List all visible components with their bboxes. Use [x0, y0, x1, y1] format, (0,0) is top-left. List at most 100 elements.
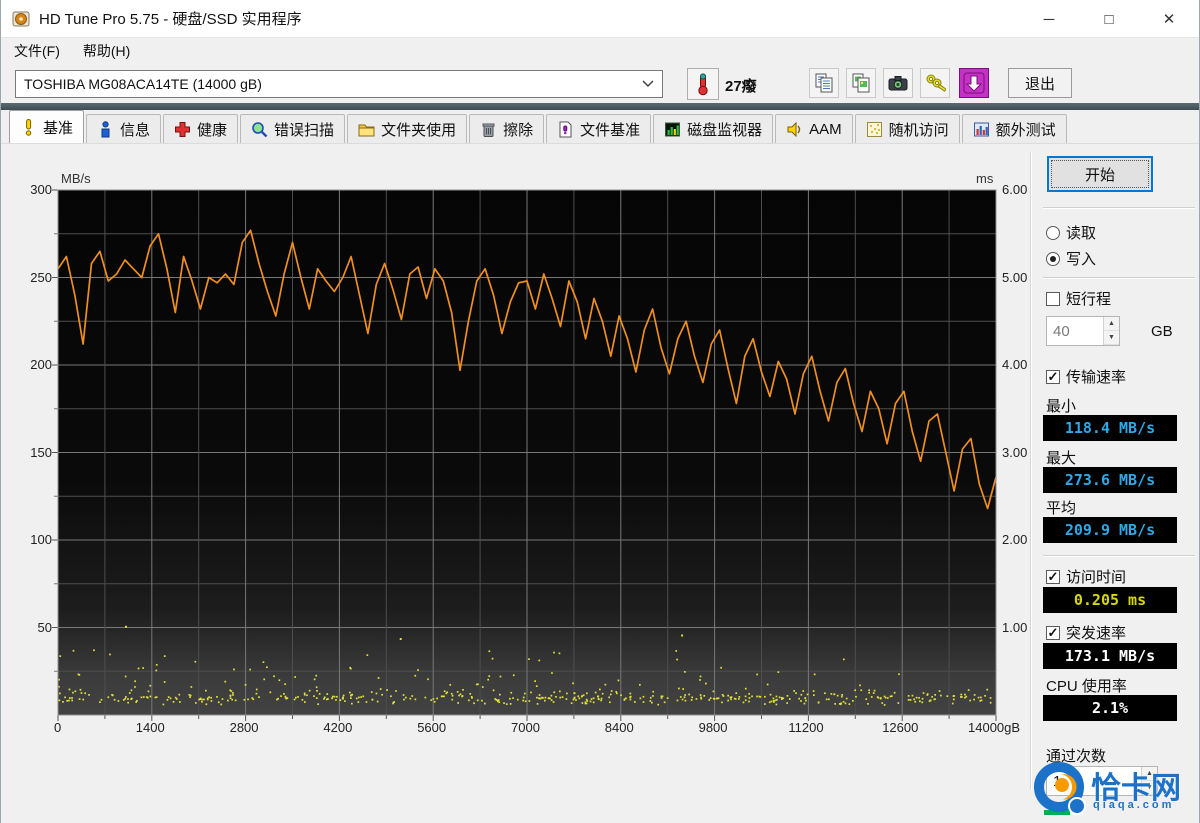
info-icon — [97, 120, 114, 138]
random-access-icon — [866, 121, 883, 138]
short-stroke-checkbox-box — [1046, 291, 1060, 306]
tab-folder-usage[interactable]: 文件夹使用 — [347, 114, 468, 143]
exit-button[interactable]: 退出 — [1008, 68, 1072, 98]
menu-help[interactable]: 帮助(H) — [73, 38, 140, 64]
tab-file-benchmark[interactable]: 文件基准 — [546, 114, 652, 143]
read-radio[interactable]: 读取 — [1046, 222, 1096, 243]
temperature-value: 27癈 — [725, 78, 757, 95]
tab-label: 随机访问 — [888, 121, 949, 139]
tab-label: AAM — [809, 120, 842, 138]
tab-health[interactable]: 健康 — [163, 114, 239, 143]
right-axis-tick: 2.00 — [1002, 532, 1028, 547]
copy-image-button[interactable] — [846, 68, 876, 98]
control-panel: 开始 读取 写入 短行程 40 ▲ ▼ GB ✓ 传输速率 最小 118.4 M… — [1041, 148, 1199, 823]
x-axis-tick: 8400 — [604, 720, 634, 735]
tab-random-access[interactable]: 随机访问 — [854, 114, 960, 143]
x-axis-tick: 12600 — [882, 720, 919, 735]
x-axis-tick: 11200 — [788, 720, 824, 735]
tab-label: 健康 — [197, 121, 228, 139]
size-unit-label: GB — [1151, 323, 1173, 340]
update-button[interactable] — [959, 68, 989, 98]
tab-label: 额外测试 — [995, 121, 1056, 139]
read-radio-circle — [1046, 225, 1060, 240]
left-axis-tick: 50 — [37, 619, 52, 635]
min-value: 118.4 MB/s — [1043, 415, 1177, 441]
x-axis-tick: 14000gB — [968, 720, 1021, 735]
short-stroke-checkbox[interactable]: 短行程 — [1046, 288, 1111, 309]
burst-rate-checkbox-box: ✓ — [1046, 624, 1060, 640]
tab-aam[interactable]: AAM — [775, 114, 853, 143]
spin-up-icon[interactable]: ▲ — [1104, 317, 1119, 331]
tab-erase[interactable]: 擦除 — [469, 114, 545, 143]
avg-value: 209.9 MB/s — [1043, 517, 1177, 543]
short-stroke-size-spinner[interactable]: 40 ▲ ▼ — [1046, 316, 1120, 346]
x-axis-tick: 9800 — [698, 720, 728, 735]
spin-down-icon[interactable]: ▼ — [1104, 331, 1119, 345]
tab-label: 文件夹使用 — [381, 121, 457, 139]
watermark-site-url: qiaqa.com — [1093, 799, 1175, 811]
tab-error-scan[interactable]: 错误扫描 — [240, 114, 346, 143]
drive-selector-value: TOSHIBA MG08ACA14TE (14000 gB) — [24, 76, 262, 92]
chevron-down-icon — [642, 80, 654, 88]
left-axis-tick: 250 — [30, 269, 52, 285]
tab-label: 错误扫描 — [274, 121, 335, 139]
screenshot-icon — [887, 72, 909, 94]
folder-usage-icon — [358, 121, 375, 138]
transfer-rate-checkbox[interactable]: ✓ 传输速率 — [1046, 366, 1126, 387]
drive-selector[interactable]: TOSHIBA MG08ACA14TE (14000 gB) — [15, 70, 663, 98]
tab-benchmark[interactable]: 基准 — [9, 110, 85, 143]
tab-info[interactable]: 信息 — [86, 114, 162, 143]
tab-strip: 基准 信息 健康 错误扫描 文件夹使用 擦除 文件基准 磁盘监视器 AAM 随机访问 额外测试 — [1, 110, 1199, 144]
window-title: HD Tune Pro 5.75 - 硬盘/SSD 实用程序 — [39, 11, 302, 28]
start-button[interactable]: 开始 — [1047, 156, 1153, 192]
menu-file[interactable]: 文件(F) — [4, 38, 70, 64]
max-label: 最大 — [1046, 450, 1077, 467]
burst-rate-checkbox[interactable]: ✓ 突发速率 — [1046, 622, 1126, 643]
extra-tests-icon — [973, 121, 990, 138]
menu-bar: 文件(F) 帮助(H) — [1, 38, 1199, 63]
left-axis-tick: 200 — [30, 357, 52, 372]
close-button[interactable]: ✕ — [1139, 0, 1199, 38]
min-label: 最小 — [1046, 398, 1077, 415]
write-radio[interactable]: 写入 — [1046, 248, 1096, 269]
maximize-button[interactable]: □ — [1079, 0, 1139, 38]
access-time-checkbox[interactable]: ✓ 访问时间 — [1046, 566, 1126, 587]
screenshot-button[interactable] — [883, 68, 913, 98]
erase-icon — [480, 121, 497, 138]
toolbar: TOSHIBA MG08ACA14TE (14000 gB) 27癈 退出 — [1, 63, 1199, 103]
copy-image-icon — [850, 72, 872, 94]
tab-label: 基准 — [43, 119, 74, 137]
access-time-checkbox-box: ✓ — [1046, 568, 1060, 584]
disk-monitor-icon — [664, 121, 681, 138]
thermometer-icon — [694, 72, 712, 96]
tab-label: 擦除 — [503, 121, 534, 139]
x-axis-tick: 1400 — [135, 720, 165, 735]
write-radio-circle — [1046, 251, 1060, 266]
tab-label: 文件基准 — [580, 121, 641, 139]
left-axis-tick: 100 — [30, 532, 52, 547]
right-axis-tick: 6.00 — [1002, 182, 1028, 197]
tab-disk-monitor[interactable]: 磁盘监视器 — [653, 114, 774, 143]
copy-text-icon — [813, 72, 835, 94]
temperature-button[interactable] — [687, 68, 719, 100]
minimize-button[interactable]: ─ — [1019, 0, 1079, 38]
access-time-scatter — [58, 625, 992, 706]
right-axis-tick: 4.00 — [1002, 357, 1028, 372]
keys-button[interactable] — [920, 68, 950, 98]
burst-rate-value: 173.1 MB/s — [1043, 643, 1177, 669]
x-axis-tick: 5600 — [417, 720, 447, 735]
watermark-logo-icon — [1034, 762, 1086, 815]
error-scan-icon — [251, 121, 268, 138]
tab-extra-tests[interactable]: 额外测试 — [961, 114, 1067, 143]
keys-icon — [924, 72, 947, 94]
update-icon — [963, 72, 985, 94]
panel-splitter[interactable] — [1030, 152, 1032, 790]
file-benchmark-icon — [557, 121, 574, 138]
x-axis-tick: 4200 — [323, 720, 353, 735]
copy-text-button[interactable] — [809, 68, 839, 98]
x-axis-tick: 7000 — [511, 720, 540, 735]
max-value: 273.6 MB/s — [1043, 467, 1177, 493]
transfer-rate-checkbox-box: ✓ — [1046, 368, 1060, 384]
right-axis-tick: 5.00 — [1002, 269, 1028, 285]
left-axis-tick: 300 — [30, 182, 52, 197]
